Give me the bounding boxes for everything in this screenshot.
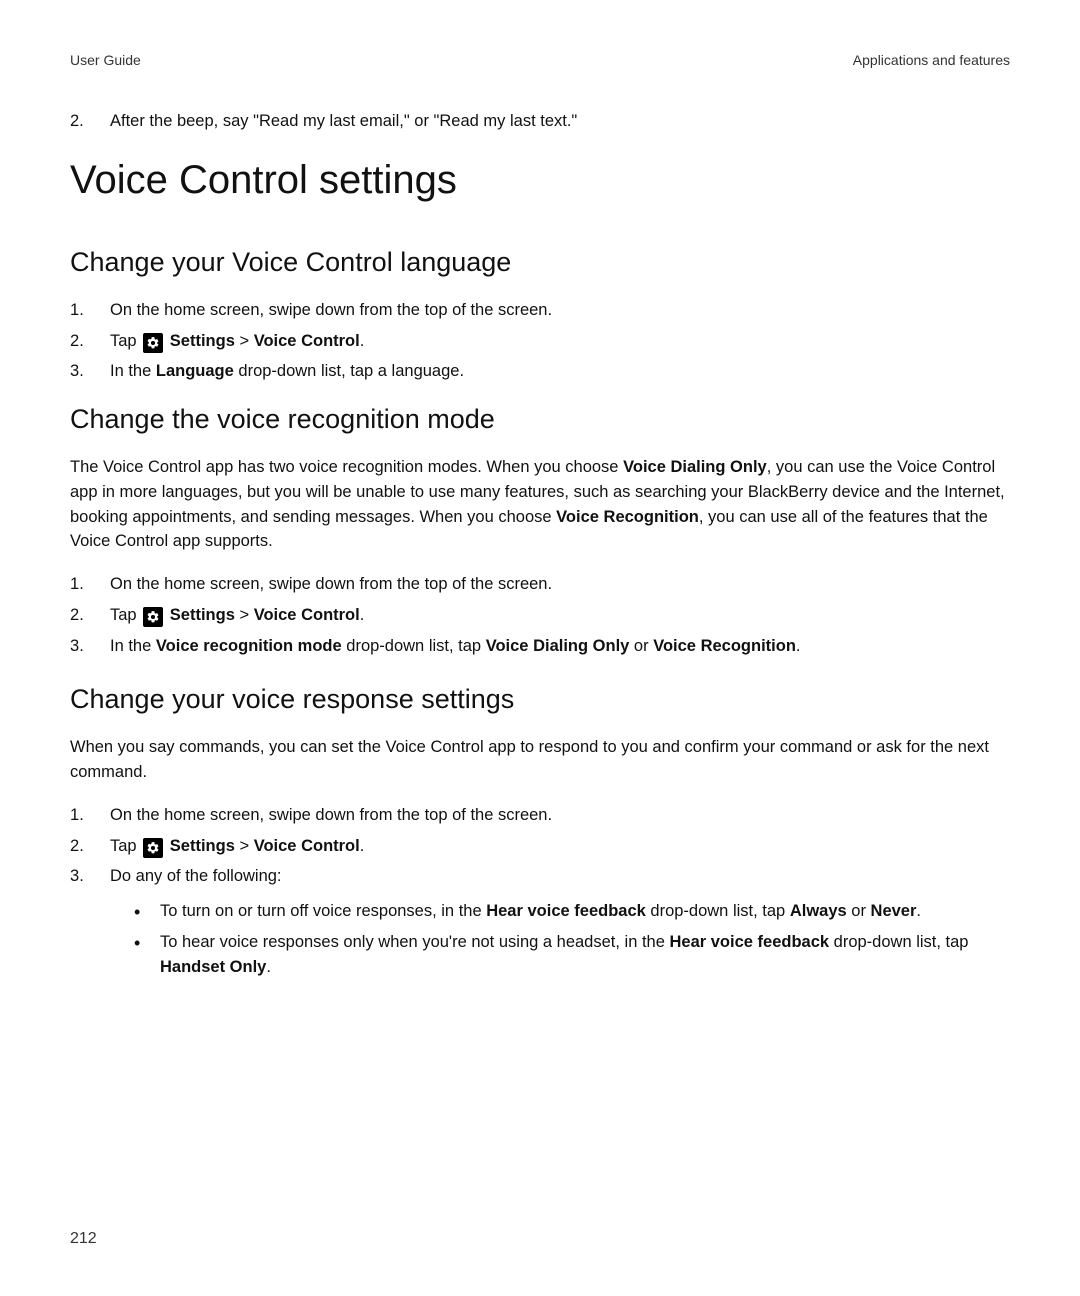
list-item: On the home screen, swipe down from the … <box>70 803 1010 828</box>
step-text: Tap Settings > Voice Control. <box>110 329 1010 354</box>
gear-icon <box>143 607 163 627</box>
section-recognition-mode-title: Change the voice recognition mode <box>70 404 1010 435</box>
header-right: Applications and features <box>853 52 1010 68</box>
section2-steps: On the home screen, swipe down from the … <box>70 572 1010 658</box>
intro-step-number: 2. <box>70 110 110 134</box>
section3-paragraph: When you say commands, you can set the V… <box>70 735 1010 785</box>
page-number: 212 <box>70 1230 97 1248</box>
list-item: To turn on or turn off voice responses, … <box>134 899 1010 924</box>
gear-icon <box>143 333 163 353</box>
page-header: User Guide Applications and features <box>70 52 1010 68</box>
list-item: On the home screen, swipe down from the … <box>70 572 1010 597</box>
page-title: Voice Control settings <box>70 158 1010 203</box>
list-item: Do any of the following: To turn on or t… <box>70 864 1010 985</box>
list-item: Tap Settings > Voice Control. <box>70 329 1010 354</box>
list-item: On the home screen, swipe down from the … <box>70 298 1010 323</box>
list-item: In the Language drop-down list, tap a la… <box>70 359 1010 384</box>
gear-icon <box>143 838 163 858</box>
list-item: To hear voice responses only when you're… <box>134 930 1010 980</box>
step-text: On the home screen, swipe down from the … <box>110 298 1010 323</box>
intro-step-text: After the beep, say "Read my last email,… <box>110 110 577 134</box>
section3-steps: On the home screen, swipe down from the … <box>70 803 1010 986</box>
list-item: Tap Settings > Voice Control. <box>70 834 1010 859</box>
section-change-language-title: Change your Voice Control language <box>70 247 1010 278</box>
list-item: Tap Settings > Voice Control. <box>70 603 1010 628</box>
intro-step: 2. After the beep, say "Read my last ema… <box>70 110 1010 134</box>
step-text: Tap Settings > Voice Control. <box>110 834 1010 859</box>
step-text: On the home screen, swipe down from the … <box>110 803 1010 828</box>
section3-bullets: To turn on or turn off voice responses, … <box>134 899 1010 979</box>
step-text: On the home screen, swipe down from the … <box>110 572 1010 597</box>
list-item: In the Voice recognition mode drop-down … <box>70 634 1010 659</box>
header-left: User Guide <box>70 52 141 68</box>
step-text: In the Voice recognition mode drop-down … <box>110 634 1010 659</box>
section-voice-response-title: Change your voice response settings <box>70 684 1010 715</box>
step-text: Do any of the following: To turn on or t… <box>110 864 1010 985</box>
step-text: In the Language drop-down list, tap a la… <box>110 359 1010 384</box>
section1-steps: On the home screen, swipe down from the … <box>70 298 1010 384</box>
section2-paragraph: The Voice Control app has two voice reco… <box>70 455 1010 554</box>
step-text: Tap Settings > Voice Control. <box>110 603 1010 628</box>
